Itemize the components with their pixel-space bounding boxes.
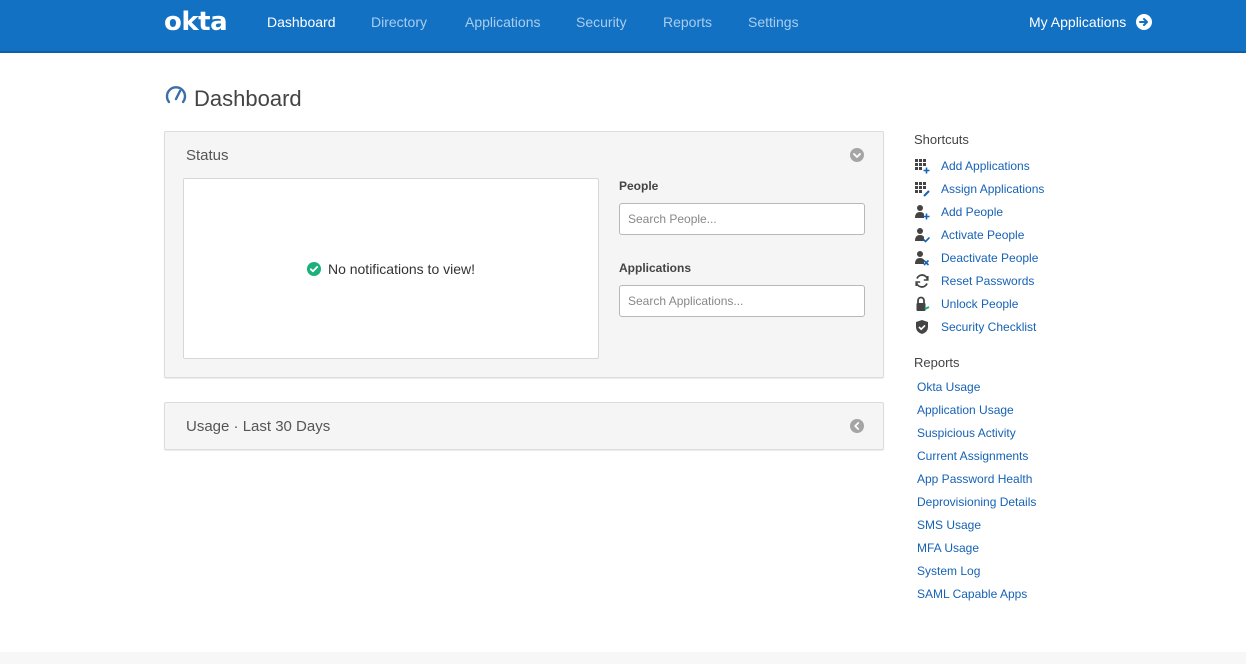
shortcut-label: Add Applications — [941, 158, 1030, 173]
page-title: Dashboard — [164, 84, 302, 113]
my-applications-link[interactable]: My Applications — [1029, 14, 1153, 30]
grid-plus-icon — [914, 158, 930, 174]
report-okta-usage[interactable]: Okta Usage — [914, 376, 1114, 399]
shortcut-reset-passwords[interactable]: Reset Passwords — [914, 269, 1114, 292]
nav-settings[interactable]: Settings — [748, 14, 799, 30]
lock-icon — [914, 296, 930, 312]
footer-strip — [0, 652, 1246, 664]
person-plus-icon — [914, 204, 930, 220]
check-circle-icon — [306, 261, 321, 276]
grid-assign-icon — [914, 181, 930, 197]
report-saml-capable-apps[interactable]: SAML Capable Apps — [914, 583, 1114, 606]
report-sms-usage[interactable]: SMS Usage — [914, 514, 1114, 537]
shortcut-add-people[interactable]: Add People — [914, 200, 1114, 223]
report-app-password-health[interactable]: App Password Health — [914, 468, 1114, 491]
report-system-log[interactable]: System Log — [914, 560, 1114, 583]
applications-label: Applications — [619, 261, 692, 275]
top-navigation-bar: okta Dashboard Directory Applications Se… — [0, 0, 1246, 53]
notification-message: No notifications to view! — [306, 260, 476, 277]
people-label: People — [619, 179, 659, 193]
person-check-icon — [914, 227, 930, 243]
dashboard-gauge-icon — [164, 84, 188, 113]
page-title-text: Dashboard — [194, 85, 302, 111]
notifications-box: No notifications to view! — [183, 178, 599, 359]
my-applications-label: My Applications — [1029, 14, 1127, 30]
shield-check-icon — [914, 319, 930, 335]
shortcut-security-checklist[interactable]: Security Checklist — [914, 315, 1114, 338]
shortcut-label: Add People — [941, 204, 1004, 219]
shortcuts-heading: Shortcuts — [914, 132, 969, 147]
reports-heading: Reports — [914, 355, 960, 370]
search-people-input[interactable] — [619, 203, 865, 235]
report-current-assignments[interactable]: Current Assignments — [914, 445, 1114, 468]
nav-dashboard[interactable]: Dashboard — [267, 14, 336, 30]
shortcut-label: Activate People — [941, 227, 1025, 242]
status-panel-header: Status — [186, 147, 229, 164]
shortcut-assign-applications[interactable]: Assign Applications — [914, 177, 1114, 200]
shortcut-unlock-people[interactable]: Unlock People — [914, 292, 1114, 315]
shortcut-activate-people[interactable]: Activate People — [914, 223, 1114, 246]
usage-panel[interactable]: Usage · Last 30 Days — [164, 402, 884, 450]
arrow-right-circle-icon — [1136, 14, 1153, 30]
expand-chevron-left-icon[interactable] — [850, 419, 864, 433]
shortcut-label: Deactivate People — [941, 250, 1039, 265]
nav-reports[interactable]: Reports — [663, 14, 712, 30]
report-application-usage[interactable]: Application Usage — [914, 399, 1114, 422]
shortcut-add-applications[interactable]: Add Applications — [914, 154, 1114, 177]
status-panel: Status No notifications to view! People … — [164, 131, 884, 378]
okta-logo[interactable]: okta — [164, 7, 228, 37]
shortcut-label: Reset Passwords — [941, 273, 1035, 288]
collapse-chevron-down-icon[interactable] — [850, 148, 864, 162]
shortcut-label: Unlock People — [941, 296, 1019, 311]
right-sidebar: Shortcuts Add Applications Assign Applic… — [914, 132, 1114, 606]
nav-applications[interactable]: Applications — [465, 14, 541, 30]
refresh-icon — [914, 273, 930, 289]
search-applications-input[interactable] — [619, 285, 865, 317]
person-x-icon — [914, 250, 930, 266]
report-deprovisioning-details[interactable]: Deprovisioning Details — [914, 491, 1114, 514]
shortcut-label: Security Checklist — [941, 319, 1037, 334]
notification-text: No notifications to view! — [327, 260, 476, 277]
nav-security[interactable]: Security — [576, 14, 627, 30]
shortcut-label: Assign Applications — [941, 181, 1045, 196]
report-mfa-usage[interactable]: MFA Usage — [914, 537, 1114, 560]
shortcut-deactivate-people[interactable]: Deactivate People — [914, 246, 1114, 269]
report-suspicious-activity[interactable]: Suspicious Activity — [914, 422, 1114, 445]
usage-panel-header: Usage · Last 30 Days — [186, 418, 331, 435]
nav-directory[interactable]: Directory — [371, 14, 427, 30]
